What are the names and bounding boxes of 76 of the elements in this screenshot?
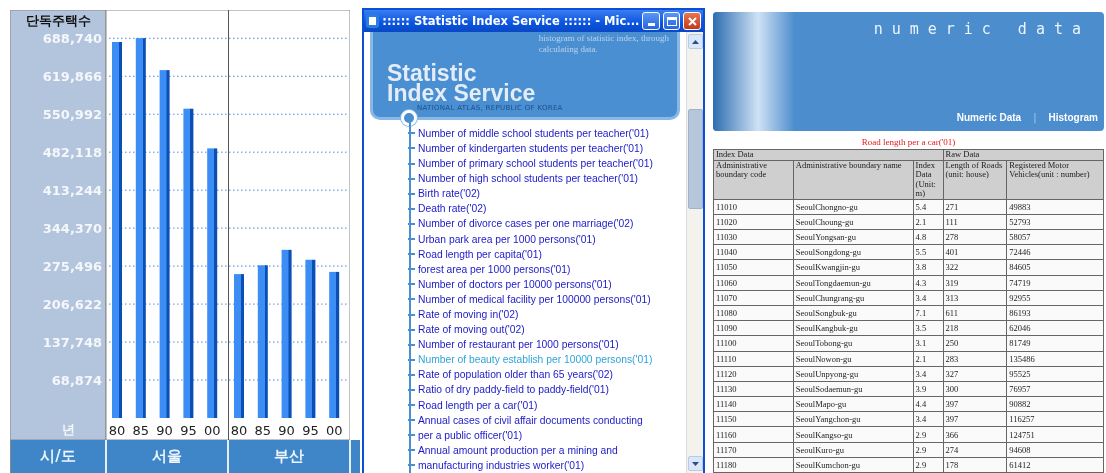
nav-link[interactable]: Numeric Data: [956, 112, 1022, 124]
year-label: 95: [180, 423, 197, 438]
column-header: Administrative boundary name: [793, 160, 914, 200]
index-link[interactable]: Number of medical facility per 100000 persons('01): [418, 293, 651, 305]
year-label: 80: [108, 423, 126, 438]
index-link[interactable]: Number of divorce cases per one marriage('02): [418, 218, 634, 230]
up-arrow-icon: [691, 39, 699, 44]
close-icon: [687, 16, 697, 26]
minimize-button[interactable]: [642, 12, 660, 30]
index-link[interactable]: Number of high school students per teacher('01): [418, 173, 639, 185]
scroll-down-button[interactable]: [687, 456, 703, 471]
intro-text: histogram of statistic index, through: [538, 33, 669, 44]
index-link[interactable]: Number of middle school students per teacher('01): [418, 127, 649, 139]
nav-separator: |: [1033, 112, 1037, 124]
index-link[interactable]: per a public officer('01): [418, 429, 523, 441]
maximize-button[interactable]: [662, 12, 681, 30]
year-label: 90: [278, 423, 295, 438]
nav-link[interactable]: Histogram: [1048, 112, 1098, 124]
down-arrow-icon: [691, 461, 699, 466]
tick-label: 68,874: [51, 373, 102, 389]
year-label: 95: [302, 423, 319, 438]
window-title: :::::: Statistic Index Service :::::: - Mic...: [382, 14, 640, 28]
index-link[interactable]: Annual amount production per a mining and: [418, 444, 618, 456]
close-button[interactable]: [683, 12, 701, 30]
axis-title: 단독주택수: [25, 13, 91, 28]
tick-label: 344,370: [42, 221, 102, 237]
index-link[interactable]: Number of primary school students per teacher('01): [418, 158, 653, 170]
browser-icon: [366, 14, 380, 28]
tick-label: 413,244: [42, 183, 102, 199]
year-label: 85: [132, 423, 150, 438]
index-link[interactable]: Road length per a car('01): [418, 399, 538, 411]
tick-label: 275,496: [42, 259, 102, 275]
column-header: Registered Motor Vehicles(unit : number): [1006, 160, 1104, 200]
index-link[interactable]: Rate of moving out('02): [418, 324, 525, 336]
table-title: Road length per a car('01): [860, 136, 957, 150]
index-link[interactable]: Number of doctors per 10000 persons('01): [418, 278, 612, 290]
index-link[interactable]: Number of restaurant per 1000 persons('01): [418, 339, 619, 351]
site-title: Index Service: [387, 83, 537, 103]
index-link[interactable]: Death rate('02): [418, 203, 487, 215]
column-header: Length of Roads (unit: house): [943, 160, 1007, 200]
minimize-icon: [647, 23, 655, 26]
tick-label: 482,118: [42, 145, 102, 161]
region-label: 서울: [107, 440, 229, 473]
tick-label: 206,622: [42, 297, 102, 313]
column-header: Administrative boundary code: [713, 160, 794, 200]
year-label: 00: [325, 423, 343, 438]
index-link[interactable]: forest area per 1000 persons('01): [418, 263, 571, 275]
index-link[interactable]: Rate of population older than 65 years('02): [418, 369, 613, 381]
year-label: 85: [254, 423, 272, 438]
scroll-thumb[interactable]: [687, 109, 703, 209]
region-label: 부산: [229, 440, 351, 473]
region-header: 시/도: [11, 440, 107, 473]
index-link[interactable]: Annual cases of civil affair documents conducting: [418, 414, 643, 426]
logo: numeric data: [873, 20, 1090, 38]
tick-label: 688,740: [42, 31, 102, 47]
index-link[interactable]: Rate of moving in('02): [418, 309, 519, 320]
index-link[interactable]: Urban park area per 1000 persons('01): [418, 233, 596, 245]
site-title: Statistic: [387, 63, 477, 83]
year-label: 00: [203, 423, 221, 438]
tick-label: 550,992: [42, 107, 102, 123]
year-label: 90: [156, 423, 173, 438]
intro-text: calculating data.: [538, 44, 599, 55]
scrollbar[interactable]: [686, 32, 703, 473]
index-link[interactable]: manufacturing industries worker('01): [418, 459, 585, 471]
year-label: 80: [230, 423, 248, 438]
column-group-header: Index Data: [713, 149, 944, 161]
column-group-header: Raw Data: [943, 149, 1104, 161]
maximize-icon: [666, 16, 677, 26]
index-link[interactable]: Road length per capita('01): [418, 248, 542, 260]
tick-label: 619,866: [42, 69, 102, 85]
index-link[interactable]: Number of kindergarten students per teacher('01): [418, 143, 644, 154]
index-link[interactable]: Birth rate('02): [418, 188, 481, 200]
scroll-up-button[interactable]: [687, 34, 703, 49]
index-link[interactable]: Ratio of dry paddy-field to paddy-field('01): [418, 384, 609, 396]
tick-label: 137,748: [42, 335, 102, 351]
axis-label: 년: [61, 422, 75, 437]
